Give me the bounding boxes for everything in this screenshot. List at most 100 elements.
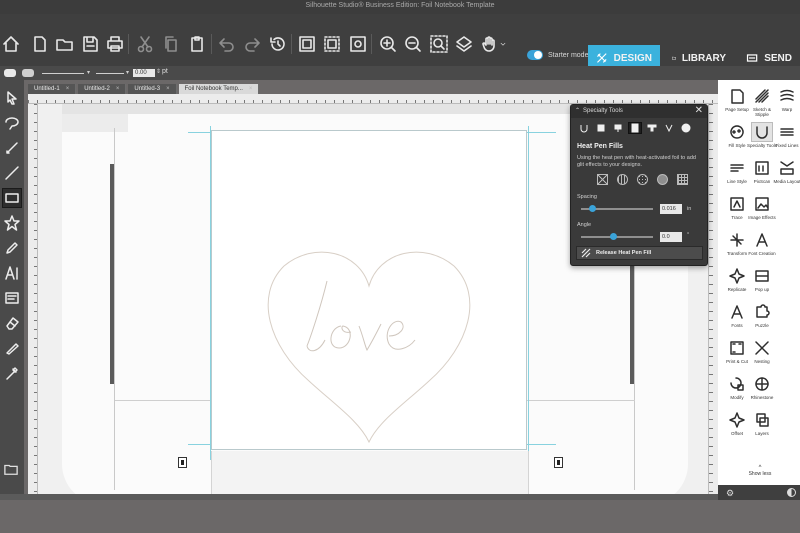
chevron-down-icon[interactable]: ▾ [126,69,129,76]
sketch-pen-tool-button[interactable] [594,122,608,134]
select-tool[interactable] [2,88,22,108]
text-style-tool[interactable] [2,288,22,308]
rhinestone-tool-button[interactable] [679,122,693,134]
line-style-preview[interactable] [42,73,84,74]
chevron-down-icon[interactable]: ▾ [87,69,90,76]
spacing-input[interactable]: 0.016 [660,204,682,214]
doc-tab[interactable]: Untitled-1 × [28,84,77,94]
pencil-tool[interactable] [2,238,22,258]
close-icon[interactable]: × [66,86,70,92]
group-button[interactable] [296,33,318,55]
panel-nesting-button[interactable]: Nesting [747,338,777,374]
panel-font-creation-button[interactable]: Font Creation [747,230,777,266]
collapse-icon[interactable]: ⌃ [575,107,580,114]
panel-layers-button[interactable]: Layers [747,410,777,446]
fill-grid-option[interactable] [677,174,688,185]
slider-knob[interactable] [588,205,596,212]
paste-button[interactable] [186,33,208,55]
fill-dots-option[interactable] [637,174,648,185]
angle-input[interactable]: 0.0 [660,232,682,242]
pen-tool[interactable] [2,138,22,158]
fill-none-option[interactable] [597,174,608,185]
ungroup-button[interactable] [321,33,343,55]
love-text-path[interactable] [306,280,416,352]
pointer-icon [7,91,17,105]
redo-button[interactable] [241,33,263,55]
fill-style-icon [726,122,748,142]
heat-pen-tool-button[interactable] [628,122,642,134]
printer-icon [107,36,123,52]
panel-media-layout-button[interactable]: Media Layout [772,158,800,194]
new-file-button[interactable] [29,33,51,55]
line-width-input[interactable]: 0.00 [133,69,155,77]
window-title: Silhouette Studio® Business Edition: Foi… [305,2,495,9]
angle-slider[interactable] [581,233,653,240]
close-icon[interactable]: ✕ [695,105,703,116]
deboss-tool-button[interactable] [645,122,659,134]
close-icon[interactable]: × [166,86,170,92]
pen-tool-button[interactable] [662,122,676,134]
panel-warp-button[interactable]: Warp [772,86,800,122]
panel-header[interactable]: ⌃ Specialty Tools ✕ [571,105,707,118]
replicate-button[interactable] [347,33,369,55]
zoom-out-button[interactable] [402,33,424,55]
tab-send-label: SEND [764,52,792,64]
save-button[interactable] [79,33,101,55]
open-file-button[interactable] [54,33,76,55]
zoom-selection-button[interactable] [428,33,450,55]
doc-tab-active[interactable]: Foil Notebook Temp... × [178,84,260,94]
release-heat-pen-fill-button[interactable]: Release Heat Pen Fill [576,246,703,260]
fill-color-swatch[interactable] [4,69,16,77]
fill-pattern-options [597,174,688,185]
slider-knob[interactable] [610,233,618,240]
panel-pop-up-button[interactable]: Pop up [747,266,777,302]
emboss-tool-button[interactable] [577,122,591,134]
home-button[interactable] [0,33,22,55]
mat-rail-left [110,164,114,384]
history-button[interactable] [267,33,289,55]
section-description: Using the heat pen with heat-activated f… [577,155,696,168]
line-tool[interactable] [2,163,22,183]
line-width-unit: pt [162,68,168,75]
curve-icon [580,125,588,133]
fit-to-page-button[interactable] [453,33,475,55]
pop-up-icon [751,266,773,286]
close-icon[interactable]: × [116,86,120,92]
foil-tool-button[interactable] [611,122,625,134]
print-button[interactable] [104,33,126,55]
undo-button[interactable] [216,33,238,55]
panel-rhinestone-button[interactable]: Rhinestone [747,374,777,410]
lasso-tool[interactable] [2,113,22,133]
show-less-button[interactable]: ^ Show less [724,465,796,477]
cut-button[interactable] [134,33,156,55]
panel-fixed-lines-button[interactable]: Fixed Lines [772,122,800,158]
copy-button[interactable] [160,33,182,55]
panel-image-effects-button[interactable]: Image Effects [747,194,777,230]
gear-icon[interactable]: ⚙ [726,488,734,499]
close-icon[interactable]: × [249,86,253,92]
panel-puzzle-button[interactable]: Puzzle [747,302,777,338]
eyedropper-tool[interactable] [2,363,22,383]
fill-solid-option[interactable] [657,174,668,185]
library-folder-button[interactable] [4,462,20,478]
pan-dropdown[interactable] [498,33,508,55]
line-join-preview[interactable] [96,73,124,74]
line-color-swatch[interactable] [22,69,34,77]
spacing-slider[interactable] [581,205,653,212]
eraser-tool[interactable] [2,313,22,333]
star-tool[interactable] [2,213,22,233]
stepper-icon[interactable]: ⇕ [156,68,161,75]
panel-item-label: Puzzle [755,323,769,328]
heart-love-design[interactable]: love [259,236,479,446]
theme-toggle-icon[interactable] [787,488,796,497]
fill-lines-option[interactable] [617,174,628,185]
zoom-in-button[interactable] [377,33,399,55]
doc-tab[interactable]: Untitled-3 × [128,84,177,94]
knife-tool[interactable] [2,338,22,358]
doc-tab[interactable]: Untitled-2 × [78,84,127,94]
history-icon [270,37,285,51]
heat-pen-icon [631,123,639,133]
text-tool[interactable] [2,263,22,283]
rectangle-tool[interactable] [2,188,22,208]
toggle-switch[interactable] [527,50,543,60]
